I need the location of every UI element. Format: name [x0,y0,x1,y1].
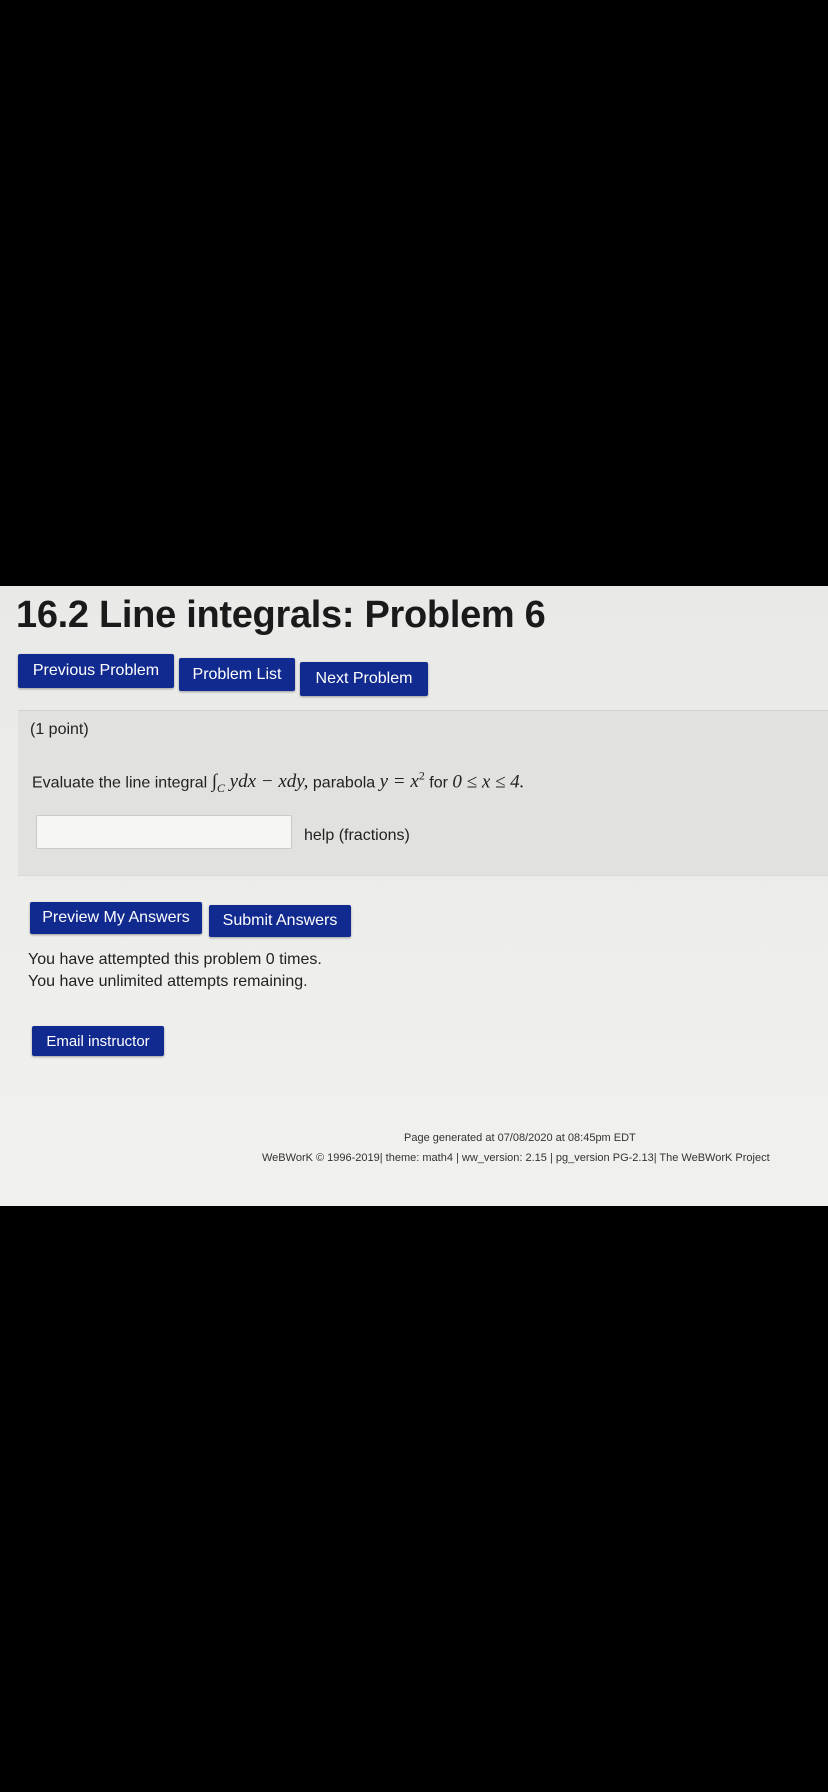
integral-subscript: C [216,781,225,796]
previous-problem-button[interactable]: Previous Problem [18,654,174,688]
problem-statement: Evaluate the line integral ∫C ydx − xdy,… [32,769,524,796]
page-title: 16.2 Line integrals: Problem 6 [16,594,546,636]
attempts-line: You have attempted this problem 0 times. [28,951,322,968]
remaining-line: You have unlimited attempts remaining. [28,973,308,990]
curve-equation: y = x2 [379,769,425,793]
problem-panel: (1 point) Evaluate the line integral ∫C … [18,710,828,876]
problem-list-button[interactable]: Problem List [179,658,295,691]
help-fractions-link[interactable]: help (fractions) [304,827,410,845]
next-problem-button[interactable]: Next Problem [300,662,428,696]
answer-input[interactable] [36,815,292,849]
curve-label: parabola [312,774,376,792]
submit-answers-button[interactable]: Submit Answers [209,905,351,937]
equation-exponent: 2 [418,769,425,783]
prompt-prefix: Evaluate the line integral [32,774,208,792]
page-generated-text: Page generated at 07/08/2020 at 08:45pm … [404,1132,636,1144]
problem-points: (1 point) [30,721,89,738]
webwork-screen: 16.2 Line integrals: Problem 6 Previous … [0,586,828,1206]
footer-credits: WeBWorK © 1996-2019| theme: math4 | ww_v… [262,1152,770,1164]
range-expression: 0 ≤ x ≤ 4. [452,771,525,793]
equation-lhs: y = x [379,771,419,793]
integral-expression: ∫C ydx − xdy, [212,771,309,796]
attempts-status: You have attempted this problem 0 times.… [28,949,322,993]
preview-answers-button[interactable]: Preview My Answers [30,902,202,934]
email-instructor-button[interactable]: Email instructor [32,1026,164,1056]
range-word: for [429,774,448,792]
integrand: ydx − xdy, [229,771,309,793]
